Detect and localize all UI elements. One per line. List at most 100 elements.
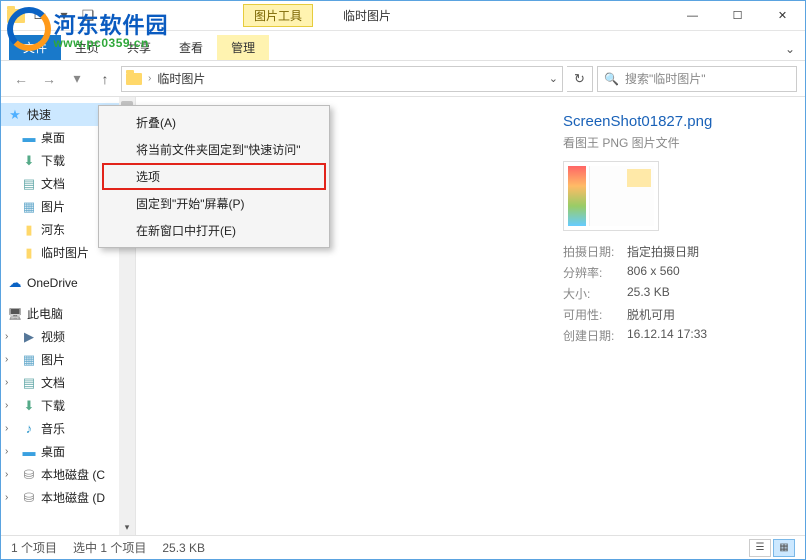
- music-icon: [21, 421, 37, 437]
- folder-icon: [21, 245, 37, 261]
- video-icon: [21, 329, 37, 345]
- sidebar-item-desktop2[interactable]: › 桌面: [1, 440, 135, 463]
- details-pane: ScreenShot01827.png 看图王 PNG 图片文件 拍摄日期: 指定…: [555, 97, 805, 535]
- property-row: 拍摄日期: 指定拍摄日期: [563, 243, 789, 260]
- ribbon-tab-view[interactable]: 查看: [165, 35, 217, 60]
- properties-icon[interactable]: ▭: [29, 5, 51, 27]
- chevron-down-icon[interactable]: ⌄: [1, 308, 3, 319]
- address-dropdown-icon[interactable]: ⌄: [549, 72, 558, 85]
- ctx-pin-start[interactable]: 固定到"开始"屏幕(P): [102, 190, 326, 217]
- chevron-right-icon[interactable]: ›: [5, 377, 15, 388]
- title-bar: ▭ ▾ ❏ 图片工具 临时图片 — ☐ ✕: [1, 1, 805, 31]
- document-icon: [21, 375, 37, 391]
- sidebar-item-label: 文档: [41, 175, 65, 192]
- nav-back-button[interactable]: ←: [9, 67, 33, 91]
- minimize-button[interactable]: —: [670, 1, 715, 31]
- sidebar-item-label: 下载: [41, 152, 65, 169]
- sidebar-item-downloads2[interactable]: › 下载: [1, 394, 135, 417]
- sidebar-item-pictures2[interactable]: ›图片: [1, 348, 135, 371]
- ribbon-tab-share[interactable]: 共享: [113, 35, 165, 60]
- disk-icon: [21, 467, 37, 483]
- nav-forward-button[interactable]: →: [37, 67, 61, 91]
- view-details-button[interactable]: ☰: [749, 539, 771, 557]
- property-value: 16.12.14 17:33: [627, 327, 707, 344]
- chevron-right-icon[interactable]: ›: [5, 400, 15, 411]
- window-title: 临时图片: [343, 7, 391, 24]
- sidebar-item-label: 图片: [41, 198, 65, 215]
- ctx-open-new-window[interactable]: 在新窗口中打开(E): [102, 217, 326, 244]
- property-value: 25.3 KB: [627, 285, 670, 302]
- ctx-pin-quick-access[interactable]: 将当前文件夹固定到"快速访问": [102, 136, 326, 163]
- cloud-icon: [7, 275, 23, 291]
- sidebar-item-label: 文档: [41, 374, 65, 391]
- sidebar-item-label: 视频: [41, 328, 65, 345]
- chevron-right-icon[interactable]: ›: [5, 331, 15, 342]
- nav-up-button[interactable]: ↑: [93, 67, 117, 91]
- preview-filetype: 看图王 PNG 图片文件: [563, 134, 789, 151]
- property-value[interactable]: 指定拍摄日期: [627, 243, 699, 260]
- sidebar-item-label: 河东: [41, 221, 65, 238]
- property-label: 大小:: [563, 285, 619, 302]
- breadcrumb[interactable]: 临时图片: [157, 70, 205, 87]
- close-button[interactable]: ✕: [760, 1, 805, 31]
- sidebar-item-disk-d[interactable]: ›本地磁盘 (D: [1, 486, 135, 509]
- scroll-down-icon[interactable]: ▾: [119, 519, 135, 535]
- ctx-options[interactable]: 选项: [102, 163, 326, 190]
- sidebar-item-videos[interactable]: › 视频: [1, 325, 135, 348]
- status-item-count: 1 个项目: [11, 539, 57, 556]
- sidebar-item-documents2[interactable]: › 文档: [1, 371, 135, 394]
- chevron-right-icon[interactable]: ›: [5, 469, 15, 480]
- chevron-right-icon[interactable]: ›: [1, 278, 3, 289]
- view-large-icons-button[interactable]: ▦: [773, 539, 795, 557]
- sidebar-item-music[interactable]: › 音乐: [1, 417, 135, 440]
- sidebar-item-disk-c[interactable]: › 本地磁盘 (C: [1, 463, 135, 486]
- sidebar-item-label: 音乐: [41, 420, 65, 437]
- ribbon-tab-manage[interactable]: 管理: [217, 35, 269, 60]
- sidebar-onedrive[interactable]: ›OneDrive: [1, 272, 135, 294]
- sidebar-this-pc[interactable]: ⌄ 此电脑: [1, 302, 135, 325]
- sidebar-item-label: 临时图片: [41, 244, 89, 261]
- address-bar: ← → ▾ ↑ › 临时图片 ⌄ ↻ 🔍 搜索"临时图片": [1, 61, 805, 97]
- property-label: 可用性:: [563, 306, 619, 323]
- chevron-right-icon[interactable]: ›: [5, 492, 15, 503]
- chevron-right-icon: ›: [148, 73, 151, 84]
- status-selection: 选中 1 个项目: [73, 539, 146, 556]
- preview-thumbnail: [563, 161, 659, 231]
- preview-filename: ScreenShot01827.png: [563, 113, 789, 130]
- ribbon-file-tab[interactable]: 文件: [9, 35, 61, 60]
- refresh-button[interactable]: ↻: [567, 66, 593, 92]
- sidebar-item-label: 本地磁盘 (C: [41, 466, 105, 483]
- sidebar-item-label: 下载: [41, 397, 65, 414]
- quick-access-toolbar: ▭ ▾ ❏: [1, 5, 103, 27]
- sidebar-item-label: 快速: [27, 106, 51, 123]
- desktop-icon: [21, 130, 37, 146]
- address-input[interactable]: › 临时图片 ⌄: [121, 66, 563, 92]
- status-bar: 1 个项目 选中 1 个项目 25.3 KB ☰ ▦: [1, 535, 805, 559]
- ribbon-expand-icon[interactable]: ⌄: [775, 38, 805, 60]
- contextual-tab-label: 图片工具: [243, 4, 313, 27]
- sidebar-item-label: 此电脑: [27, 305, 63, 322]
- context-menu: 折叠(A) 将当前文件夹固定到"快速访问" 选项 固定到"开始"屏幕(P) 在新…: [98, 105, 330, 248]
- ctx-collapse[interactable]: 折叠(A): [102, 109, 326, 136]
- sidebar-item-label: 桌面: [41, 443, 65, 460]
- folder-icon[interactable]: [5, 5, 27, 27]
- chevron-right-icon[interactable]: ›: [5, 354, 15, 365]
- chevron-right-icon[interactable]: ›: [5, 423, 15, 434]
- chevron-right-icon[interactable]: ›: [5, 446, 15, 457]
- property-label: 拍摄日期:: [563, 243, 619, 260]
- nav-recent-dropdown[interactable]: ▾: [65, 67, 89, 91]
- maximize-button[interactable]: ☐: [715, 1, 760, 31]
- chevron-down-icon[interactable]: ⌄: [1, 109, 3, 120]
- sidebar-item-label: 桌面: [41, 129, 65, 146]
- new-folder-icon[interactable]: ❏: [77, 5, 99, 27]
- search-input[interactable]: 🔍 搜索"临时图片": [597, 66, 797, 92]
- ribbon-tab-home[interactable]: 主页: [61, 35, 113, 60]
- picture-icon: [21, 352, 37, 368]
- document-icon: [21, 176, 37, 192]
- property-value: 脱机可用: [627, 306, 675, 323]
- property-row: 分辨率:806 x 560: [563, 264, 789, 281]
- folder-icon: [21, 222, 37, 238]
- property-row: 可用性: 脱机可用: [563, 306, 789, 323]
- star-icon: [7, 107, 23, 123]
- qat-dropdown-icon[interactable]: ▾: [53, 5, 75, 27]
